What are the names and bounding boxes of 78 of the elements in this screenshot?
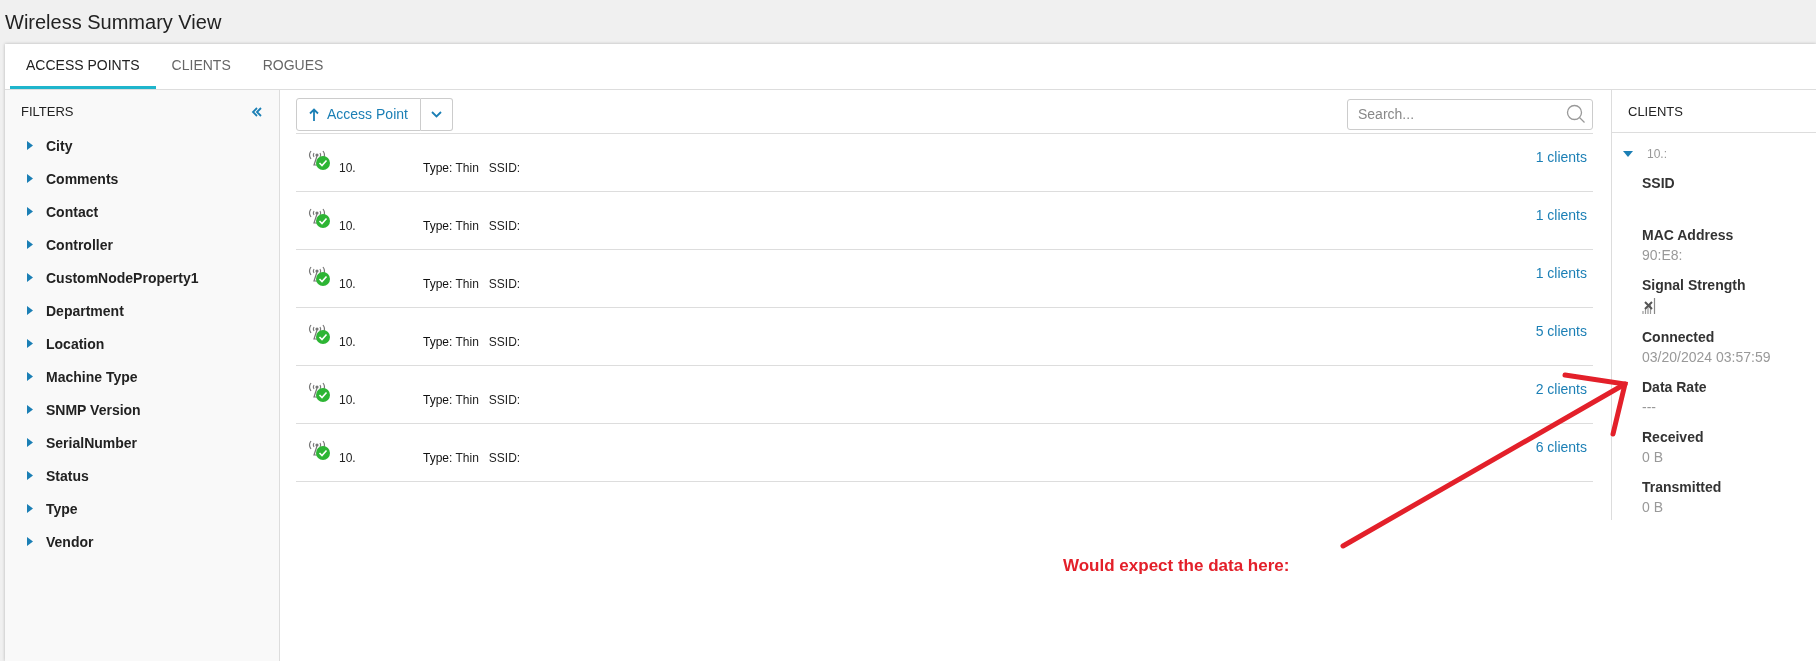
ap-type: Type: Thin [423,450,479,465]
filter-item[interactable]: Comments [5,162,279,195]
field-label: Signal Strength [1642,277,1747,293]
ap-address: 10. [339,450,357,465]
client-address: 10.: [1647,147,1667,161]
filter-label: SNMP Version [46,401,141,418]
tab[interactable]: ROGUES [246,44,340,89]
field-value: 03/20/2024 03:57:59 [1642,349,1772,365]
field-value: --- [1642,399,1657,415]
ap-address: 10. [339,392,357,407]
field-label: Data Rate [1642,379,1708,395]
filter-item[interactable]: SerialNumber [5,426,279,459]
filter-label: City [46,137,73,154]
tab[interactable]: CLIENTS [155,44,247,89]
sort-button[interactable]: Access Point [296,97,421,131]
filter-item[interactable]: City [5,129,279,162]
filter-item[interactable]: Controller [5,228,279,261]
filter-item[interactable]: Vendor [5,525,279,558]
filter-label: Controller [46,236,113,253]
clients-link[interactable]: 1 clients [1535,206,1587,223]
ssid-label: SSID: [488,392,521,407]
field-value: 0 B [1642,449,1664,465]
search-icon[interactable] [1566,103,1586,124]
filter-item[interactable]: Type [5,492,279,525]
ap-type: Type: Thin [423,218,479,233]
ssid-label: SSID: [488,160,521,175]
filter-label: Machine Type [46,368,138,385]
collapse-icon[interactable] [251,105,263,118]
clients-link[interactable]: 1 clients [1535,148,1587,165]
filter-item[interactable]: Machine Type [5,360,279,393]
filter-label: SerialNumber [46,434,138,451]
ap-address: 10. [339,218,357,233]
filter-label: Location [46,335,105,352]
field-label: Connected [1642,329,1716,345]
field-label: Received [1642,429,1705,445]
filter-item[interactable]: Contact [5,195,279,228]
ap-type: Type: Thin [423,392,479,407]
annotation-text: Would expect the data here: [1063,556,1290,576]
filter-label: Status [46,467,89,484]
filter-label: Comments [46,170,119,187]
chevron-down-icon [430,110,442,118]
field-value: 90:E8: [1642,247,1684,263]
field-value: 0 B [1642,499,1664,515]
clients-link[interactable]: 5 clients [1535,322,1587,339]
ap-address: 10. [339,334,357,349]
clients-link[interactable]: 1 clients [1535,264,1587,281]
clients-link[interactable]: 2 clients [1535,380,1587,397]
dropdown-button[interactable] [420,97,453,131]
ap-type: Type: Thin [423,334,479,349]
filter-item[interactable]: Department [5,294,279,327]
filter-item[interactable]: CustomNodeProperty1 [5,261,279,294]
field-label: MAC Address [1642,227,1735,243]
ssid-label: SSID: [488,450,521,465]
filter-label: CustomNodeProperty1 [46,269,199,286]
page-title: Wireless Summary View [4,9,223,35]
ap-type: Type: Thin [423,276,479,291]
filter-label: Vendor [46,533,94,550]
ssid-label: SSID: [488,276,521,291]
filter-item[interactable]: Location [5,327,279,360]
arrow-up-icon [309,107,319,121]
filter-label: Type [46,500,78,517]
filter-item[interactable]: SNMP Version [5,393,279,426]
panel-title: CLIENTS [1611,90,1816,133]
ap-address: 10. [339,160,357,175]
filter-item[interactable]: Status [5,459,279,492]
caret-icon[interactable] [1623,150,1633,158]
filter-label: Department [46,302,124,319]
ap-address: 10. [339,276,357,291]
ssid-label: SSID: [488,218,521,233]
field-label: Transmitted [1642,479,1723,495]
clients-link[interactable]: 6 clients [1535,438,1587,455]
filter-label: Contact [46,203,99,220]
signal-none-icon [1642,297,1656,315]
ssid-label: SSID: [488,334,521,349]
ap-type: Type: Thin [423,160,479,175]
filters-title: FILTERS [21,104,74,119]
search-field[interactable]: Search... [1347,98,1593,130]
field-label: SSID [1642,175,1676,191]
